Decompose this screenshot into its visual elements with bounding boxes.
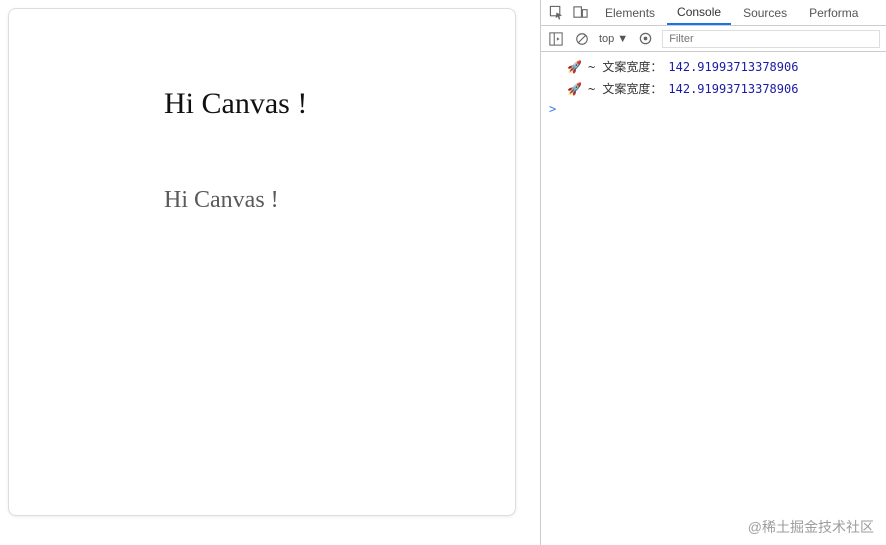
context-label: top [599, 33, 614, 45]
execution-context-select[interactable]: top ▼ [599, 33, 628, 45]
log-label: ~ 文案宽度： [588, 80, 662, 98]
console-filter-input[interactable] [662, 30, 880, 48]
inspect-element-icon[interactable] [547, 4, 565, 22]
clear-console-icon[interactable] [573, 30, 591, 48]
live-expression-icon[interactable] [636, 30, 654, 48]
chevron-down-icon: ▼ [617, 33, 628, 45]
devtools-panel: Elements Console Sources Performa top ▼ … [540, 0, 886, 545]
rocket-icon: 🚀 [567, 80, 582, 98]
tab-elements[interactable]: Elements [595, 1, 665, 24]
device-toolbar-icon[interactable] [571, 4, 589, 22]
console-log-line: 🚀 ~ 文案宽度： 142.91993713378906 [541, 78, 886, 100]
tab-performance[interactable]: Performa [799, 1, 868, 24]
tab-console[interactable]: Console [667, 0, 731, 25]
watermark: @稀土掘金技术社区 [748, 517, 874, 537]
console-toolbar: top ▼ [541, 26, 886, 52]
canvas-text-small: Hi Canvas ! [164, 187, 279, 214]
log-label: ~ 文案宽度： [588, 58, 662, 76]
devtools-tab-bar: Elements Console Sources Performa [541, 0, 886, 26]
log-value: 142.91993713378906 [668, 80, 798, 98]
console-sidebar-toggle-icon[interactable] [547, 30, 565, 48]
tab-sources[interactable]: Sources [733, 1, 797, 24]
rocket-icon: 🚀 [567, 58, 582, 76]
console-log-line: 🚀 ~ 文案宽度： 142.91993713378906 [541, 56, 886, 78]
canvas-box: Hi Canvas ! Hi Canvas ! [8, 8, 516, 516]
canvas-text-large: Hi Canvas ! [164, 87, 307, 121]
console-prompt[interactable]: > [541, 100, 886, 118]
log-value: 142.91993713378906 [668, 58, 798, 76]
page-content-area: Hi Canvas ! Hi Canvas ! [0, 0, 540, 545]
console-output: 🚀 ~ 文案宽度： 142.91993713378906 🚀 ~ 文案宽度： 1… [541, 52, 886, 545]
